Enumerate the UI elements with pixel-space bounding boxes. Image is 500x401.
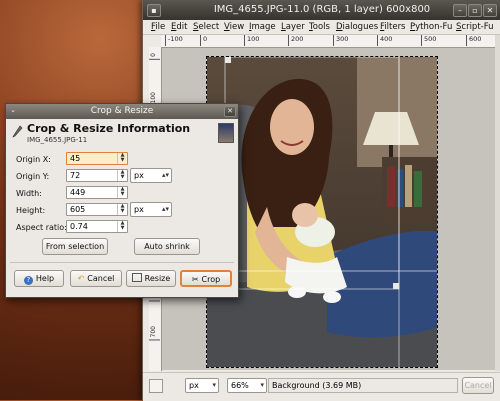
ruler-corner-icon[interactable] [149,35,161,47]
menu-script-fu[interactable]: Script-Fu [456,22,494,32]
menu-file[interactable]: File [151,22,165,32]
cancel-icon: ↶ [77,274,85,283]
horizontal-ruler[interactable]: -100 0 100 200 300 400 500 600 [161,35,495,48]
cancel-button[interactable]: ↶ Cancel [70,270,122,287]
dialog-titlebar[interactable]: ⌄ Crop & Resize ✕ [6,104,238,119]
help-button[interactable]: ? Help [14,270,64,287]
origin-x-label: Origin X: [16,155,51,164]
unit-select[interactable]: px ▾ [185,378,219,393]
ruler-tick: 600 [466,35,481,46]
window-titlebar[interactable]: ▪ IMG_4655.JPG-11.0 (RGB, 1 layer) 600x8… [143,0,500,20]
menu-select[interactable]: Select [193,22,219,32]
origin-y-label: Origin Y: [16,172,50,181]
width-field[interactable]: 449 ▲ ▼ [66,186,128,199]
menu-tools[interactable]: Tools [309,22,330,32]
image-thumbnail [218,123,234,143]
size-unit-select[interactable]: px ▴▾ [130,202,172,217]
dialog-subheading: IMG_4655.JPG-11 [27,136,88,144]
photo-artwork [207,57,437,367]
origin-x-field[interactable]: 45 ▲ ▼ [66,152,128,165]
menu-filters[interactable]: Filters [380,22,406,32]
ruler-tick: -100 [165,35,183,46]
menu-image[interactable]: Image [249,22,276,32]
crop-button[interactable]: ✂ Crop [180,270,232,287]
zoom-select[interactable]: 66% ▾ [227,378,267,393]
menu-layer[interactable]: Layer [281,22,305,32]
menu-view[interactable]: View [224,22,244,32]
crop-resize-dialog: ⌄ Crop & Resize ✕ Crop & Resize Informat… [5,103,239,298]
dialog-header: Crop & Resize Information IMG_4655.JPG-1… [6,119,238,145]
width-stepper[interactable]: ▲ ▼ [117,187,127,198]
ruler-tick: 400 [377,35,392,46]
crop-tool-icon: ✂ [191,275,199,284]
window-title: IMG_4655.JPG-11.0 (RGB, 1 layer) 600x800 [213,4,431,15]
from-selection-button[interactable]: From selection [42,238,108,255]
resize-icon [131,273,142,282]
ruler-tick: 200 [288,35,303,46]
status-bar: px ▾ 66% ▾ Background (3.69 MB) Cancel [143,372,500,401]
ruler-tick: 300 [333,35,348,46]
ruler-tick: 0 [149,53,160,60]
ruler-tick: 0 [200,35,207,46]
height-label: Height: [16,206,46,215]
dialog-heading: Crop & Resize Information [27,122,191,135]
cancel-progress-button[interactable]: Cancel [462,377,494,394]
navigate-icon[interactable] [149,379,163,393]
maximize-icon[interactable]: ▫ [468,4,482,17]
height-stepper[interactable]: ▲ ▼ [117,204,127,215]
origin-y-stepper[interactable]: ▲ ▼ [117,170,127,181]
ruler-tick: 500 [421,35,436,46]
minimize-icon[interactable]: – [453,4,467,17]
origin-unit-select[interactable]: px ▴▾ [130,168,172,183]
aspect-ratio-field[interactable]: 0.74 ▲ ▼ [66,220,128,233]
width-label: Width: [16,189,42,198]
auto-shrink-button[interactable]: Auto shrink [134,238,200,255]
status-info: Background (3.69 MB) [268,378,458,393]
vertical-scrollbar[interactable] [495,35,500,371]
help-icon: ? [23,276,33,285]
menu-edit[interactable]: Edit [171,22,187,32]
menu-dialogues[interactable]: Dialogues [336,22,378,32]
ruler-tick: 700 [149,326,160,341]
close-icon[interactable]: ✕ [483,4,497,17]
dialog-divider [10,262,234,263]
close-icon[interactable]: ✕ [224,106,236,117]
resize-button[interactable]: Resize [126,270,176,287]
origin-x-stepper[interactable]: ▲ ▼ [117,153,127,164]
ruler-tick: 100 [244,35,259,46]
origin-y-field[interactable]: 72 ▲ ▼ [66,169,128,182]
menu-bar: File Edit Select View Image Layer Tools … [143,20,500,35]
menu-python-fu[interactable]: Python-Fu [410,22,452,32]
height-field[interactable]: 605 ▲ ▼ [66,203,128,216]
aspect-ratio-stepper[interactable]: ▲ ▼ [117,221,127,232]
knife-icon [12,125,23,138]
photo-image[interactable] [206,56,438,368]
aspect-ratio-label: Aspect ratio: [16,223,67,232]
dialog-title: Crop & Resize [90,106,154,116]
